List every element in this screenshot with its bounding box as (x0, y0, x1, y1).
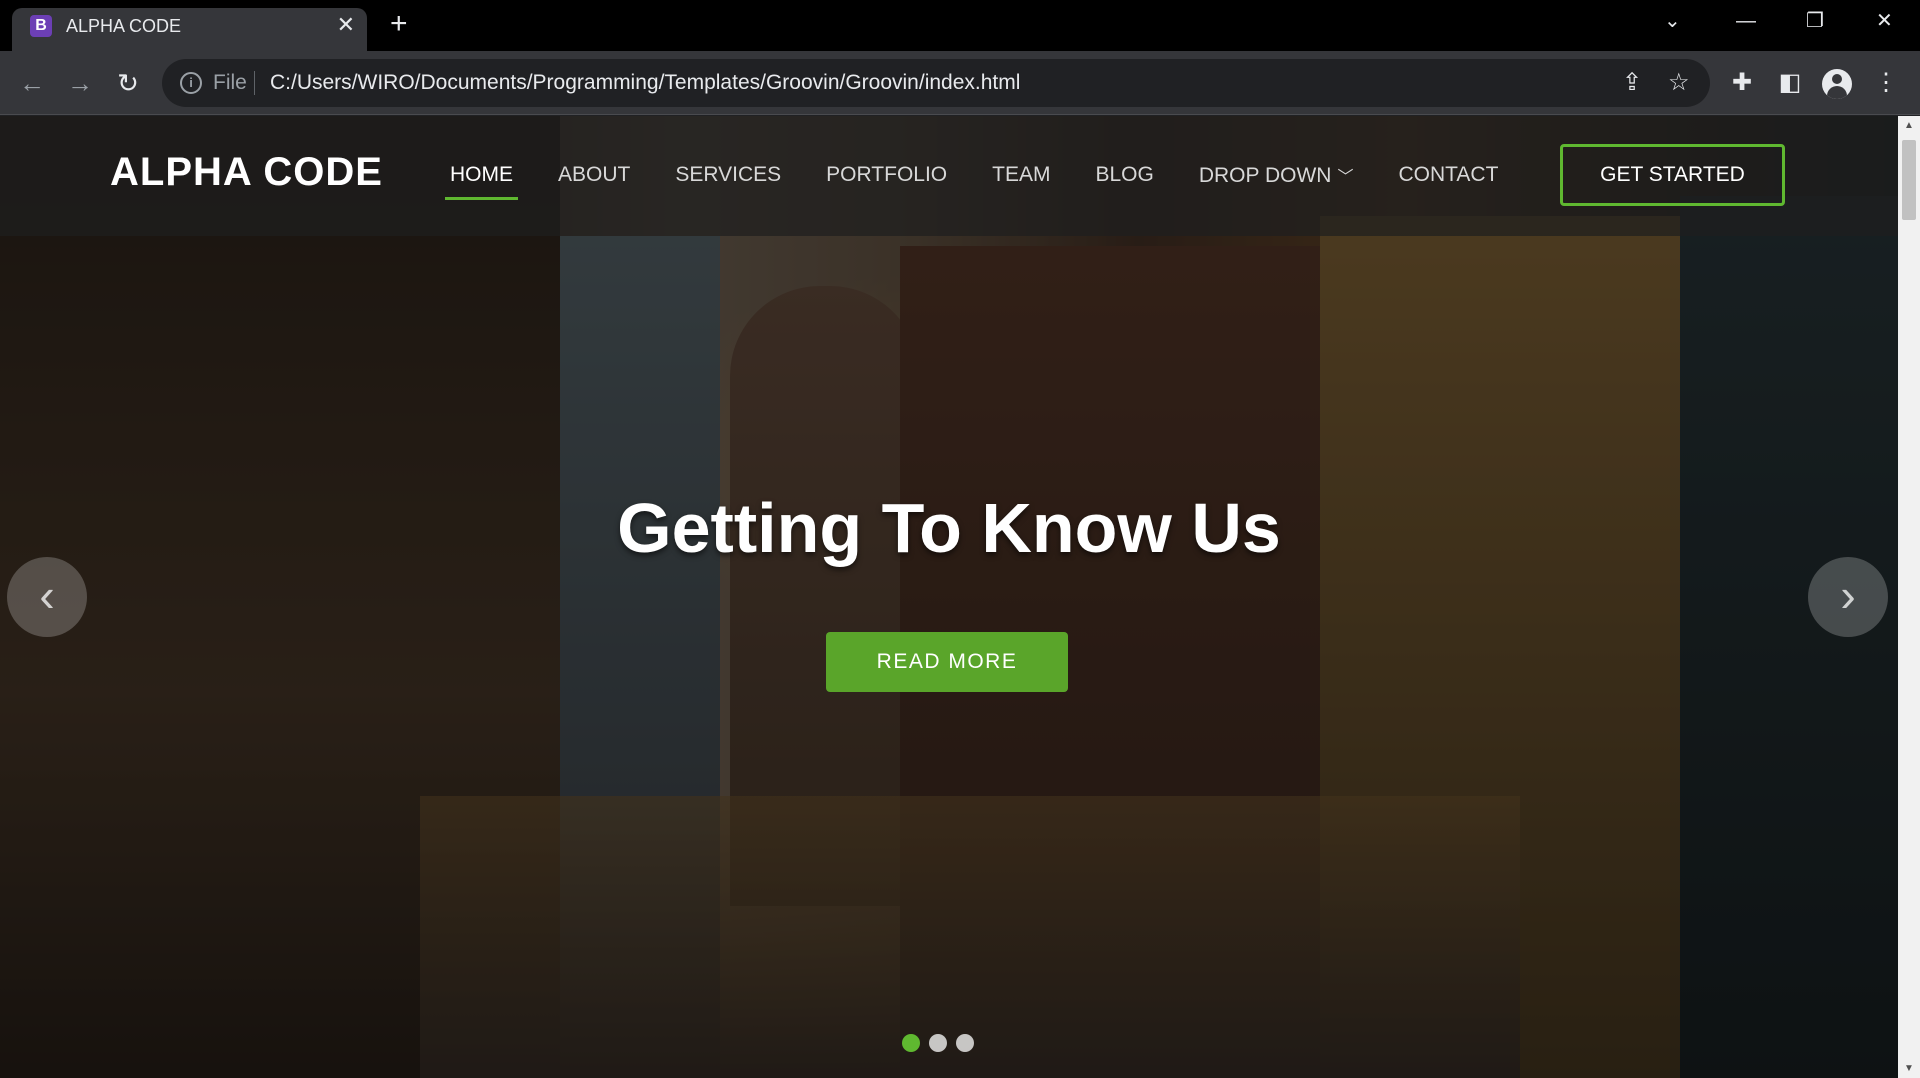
address-separator (254, 71, 255, 95)
address-bar[interactable]: i File C:/Users/WIRO/Documents/Programmi… (162, 59, 1710, 107)
menu-item-about[interactable]: ABOUT (558, 163, 630, 200)
reload-icon[interactable]: ↻ (110, 65, 146, 101)
scroll-up-icon[interactable]: ▲ (1898, 120, 1920, 131)
url-scheme-label: File (213, 71, 247, 94)
browser-toolbar: ← → ↻ i File C:/Users/WIRO/Documents/Pro… (0, 51, 1920, 115)
menu-item-team[interactable]: TEAM (992, 163, 1050, 200)
close-window-icon[interactable]: ✕ (1876, 6, 1893, 36)
scroll-down-icon[interactable]: ▼ (1898, 1063, 1920, 1074)
tab-close-icon[interactable]: ✕ (337, 12, 355, 38)
info-icon[interactable]: i (180, 72, 202, 94)
dropdown-label: DROP DOWN (1198, 164, 1332, 187)
menu-item-portfolio[interactable]: PORTFOLIO (826, 163, 947, 200)
side-panel-icon[interactable]: ◧ (1772, 65, 1808, 101)
page-viewport: ALPHA CODE HOME ABOUT SERVICES PORTFOLIO… (0, 116, 1898, 1078)
tab-strip: B ALPHA CODE ✕ + ⌄ — ❐ ✕ (0, 0, 1920, 51)
bookmark-star-icon[interactable]: ☆ (1668, 69, 1690, 97)
carousel-dot[interactable] (956, 1034, 974, 1052)
carousel-next-icon[interactable]: › (1808, 557, 1888, 637)
forward-icon[interactable]: → (62, 65, 98, 101)
profile-avatar-icon[interactable] (1822, 69, 1852, 99)
share-icon[interactable]: ⇪ (1622, 69, 1642, 97)
restore-icon[interactable]: ❐ (1806, 6, 1824, 36)
menu-item-contact[interactable]: CONTACT (1398, 163, 1498, 200)
hero-headline: Getting To Know Us (617, 489, 1281, 567)
minimize-icon[interactable]: — (1736, 6, 1756, 36)
site-navbar: ALPHA CODE HOME ABOUT SERVICES PORTFOLIO… (0, 116, 1898, 236)
menu-item-home[interactable]: HOME (445, 163, 518, 200)
page-scrollbar[interactable]: ▲ ▼ (1898, 116, 1920, 1078)
site-logo[interactable]: ALPHA CODE (110, 150, 383, 195)
carousel-prev-icon[interactable]: ‹ (7, 557, 87, 637)
main-menu: HOME ABOUT SERVICES PORTFOLIO TEAM BLOG … (445, 163, 1498, 200)
menu-item-services[interactable]: SERVICES (675, 163, 781, 200)
menu-kebab-icon[interactable]: ⋮ (1868, 65, 1904, 101)
tab-title: ALPHA CODE (66, 16, 182, 36)
hero-dark-overlay (0, 116, 1898, 1078)
menu-item-dropdown[interactable]: DROP DOWN ﹀ (1199, 163, 1354, 200)
browser-tab[interactable]: B ALPHA CODE ✕ (12, 8, 367, 51)
carousel-dot[interactable] (929, 1034, 947, 1052)
read-more-button[interactable]: READ MORE (826, 632, 1068, 692)
carousel-dot[interactable] (902, 1034, 920, 1052)
url-text[interactable]: C:/Users/WIRO/Documents/Programming/Temp… (270, 71, 1020, 95)
tab-search-icon[interactable]: ⌄ (1664, 6, 1681, 36)
extensions-icon[interactable]: ✚ (1724, 65, 1760, 101)
favicon-icon: B (30, 15, 52, 37)
back-icon[interactable]: ← (14, 65, 50, 101)
scroll-thumb[interactable] (1902, 140, 1916, 220)
menu-item-blog[interactable]: BLOG (1095, 163, 1153, 200)
chevron-down-icon: ﹀ (1337, 169, 1354, 186)
carousel-indicators (902, 1034, 974, 1052)
new-tab-button[interactable]: + (390, 8, 408, 40)
get-started-button[interactable]: GET STARTED (1560, 144, 1785, 206)
